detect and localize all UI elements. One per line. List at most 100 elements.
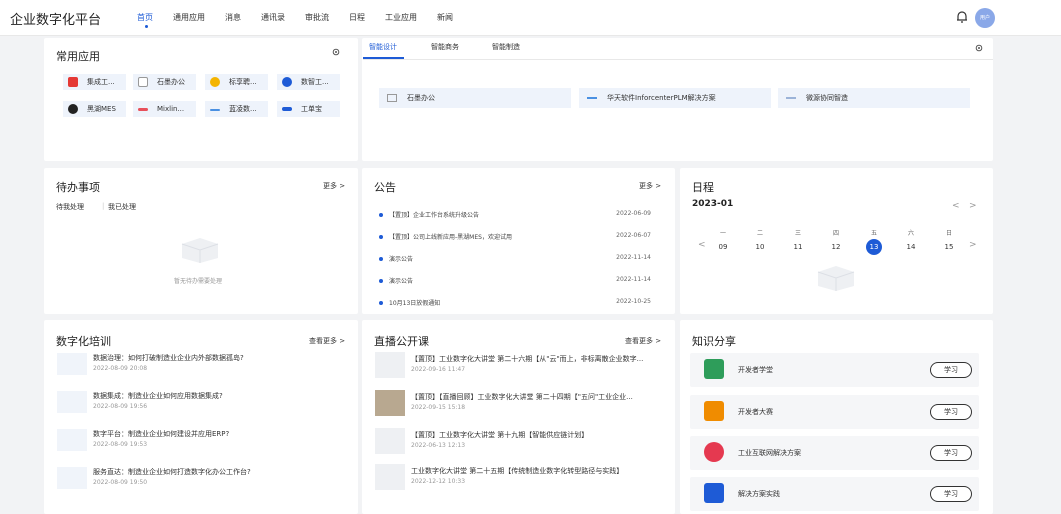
contest-icon [704, 401, 724, 421]
blacklake-app-icon [68, 104, 78, 114]
weekday-label: 一 [719, 230, 726, 237]
training-item[interactable]: 服务直达：制造业企业如何打造数字化办公工作台? 2022-08-09 19:50 [57, 465, 347, 493]
learn-button[interactable]: 学习 [930, 404, 972, 420]
calendar-day[interactable]: 11 [788, 239, 808, 255]
training-thumbnail [57, 467, 87, 489]
training-thumbnail [57, 353, 87, 375]
notice-more-link[interactable]: 更多 > [639, 181, 661, 191]
learn-button[interactable]: 学习 [930, 362, 972, 378]
app-item[interactable]: 石墨办公 [133, 74, 196, 90]
live-item[interactable]: 【置顶】工业数字化大讲堂 第二十六期【从"云"而上，非标离散企业数字... 202… [375, 352, 661, 380]
live-more-link[interactable]: 查看更多 > [625, 336, 661, 346]
todo-empty-text: 暂无待办需要处理 [174, 278, 223, 285]
weekday-label: 四 [832, 230, 839, 237]
knowledge-item[interactable]: 解决方案实践 学习 [690, 477, 979, 511]
knowledge-item[interactable]: 开发者学堂 学习 [690, 353, 979, 387]
calendar-day[interactable]: 12 [826, 239, 846, 255]
workorder-app-icon [282, 107, 292, 111]
app-title: 企业数字化平台 [10, 13, 102, 28]
notice-title: 公告 [374, 181, 396, 194]
weekday-label: 三 [794, 230, 801, 237]
todo-tab-done[interactable]: 我已处理 [108, 202, 136, 212]
nav-contacts[interactable]: 通讯录 [261, 12, 285, 23]
prev-month-icon[interactable]: < [952, 201, 960, 211]
live-thumbnail [375, 390, 405, 416]
learn-button[interactable]: 学习 [930, 445, 972, 461]
bullet [379, 279, 383, 283]
notice-row[interactable]: 10月13日放假通知 2022-10-25 [379, 298, 651, 308]
app-item[interactable]: 标享聘... [205, 74, 268, 90]
live-item[interactable]: 【置顶】【直播回顾】工业数字化大讲堂 第二十四期【"五问"工业企业... 2022… [375, 390, 661, 418]
solution-item[interactable]: 微源协同智造 [778, 88, 970, 108]
next-month-icon[interactable]: > [969, 201, 977, 211]
training-thumbnail [57, 391, 87, 413]
app-item[interactable]: 黑湖MES [63, 101, 126, 117]
top-bar: 企业数字化平台 首页 通用应用 消息 通讯录 审批流 日程 工业应用 新闻 用户 [0, 0, 1061, 36]
live-thumbnail [375, 428, 405, 454]
notice-row[interactable]: 演示公告 2022-11-14 [379, 276, 651, 286]
gear-icon[interactable] [332, 48, 340, 56]
hire-app-icon [210, 77, 220, 87]
gear-icon[interactable] [975, 44, 983, 52]
avatar[interactable]: 用户 [975, 8, 995, 28]
notice-row[interactable]: 【置顶】公司上线新应用-黑湖MES，欢迎试用 2022-06-07 [379, 232, 651, 242]
notice-row[interactable]: 【置顶】企业工作台系统升级公告 2022-06-09 [379, 210, 651, 220]
training-item[interactable]: 数字平台：制造业企业如何建设并应用ERP? 2022-08-09 19:53 [57, 427, 347, 455]
shimo-app-icon [138, 77, 148, 87]
notice-card: 公告 更多 > 【置顶】企业工作台系统升级公告 2022-06-09 【置顶】公司… [362, 168, 675, 314]
weekday-label: 日 [945, 230, 952, 237]
nav-messages[interactable]: 消息 [225, 12, 241, 23]
app-item[interactable]: 集成工... [63, 74, 126, 90]
calendar-day[interactable]: 15 [939, 239, 959, 255]
bullet [379, 213, 383, 217]
knowledge-item[interactable]: 工业互联网解决方案 学习 [690, 436, 979, 470]
tab-smart-manufacturing[interactable]: 智能制造 [492, 42, 520, 52]
app-item[interactable]: 数智工... [277, 74, 340, 90]
app-item[interactable]: 工单宝 [277, 101, 340, 117]
nav-active-indicator [145, 25, 148, 28]
app-item[interactable]: 蓝凌数... [205, 101, 268, 117]
weekday-label: 五 [870, 230, 877, 237]
todo-more-link[interactable]: 更多 > [323, 181, 345, 191]
calendar-day[interactable]: 10 [750, 239, 770, 255]
nav-industrial-apps[interactable]: 工业应用 [385, 12, 417, 23]
notice-row[interactable]: 演示公告 2022-11-14 [379, 254, 651, 264]
nav-home[interactable]: 首页 [137, 12, 153, 23]
app-item[interactable]: Mixlin... [133, 101, 196, 117]
nav-schedule[interactable]: 日程 [349, 12, 365, 23]
iiot-icon [704, 442, 724, 462]
knowledge-title: 知识分享 [692, 335, 736, 348]
solution-item[interactable]: 石墨办公 [379, 88, 571, 108]
todo-tab-pending[interactable]: 待我处理 [56, 202, 84, 212]
nav-approval[interactable]: 审批流 [305, 12, 329, 23]
prev-week-icon[interactable]: < [698, 240, 706, 250]
plm-icon [587, 97, 597, 99]
training-title: 数字化培训 [56, 335, 111, 348]
learn-button[interactable]: 学习 [930, 486, 972, 502]
knowledge-item[interactable]: 开发者大赛 学习 [690, 395, 979, 429]
calendar-day[interactable]: 09 [713, 239, 733, 255]
tab-smart-business[interactable]: 智能商务 [431, 42, 459, 52]
nav-news[interactable]: 新闻 [437, 12, 453, 23]
todo-tab-divider: | [102, 202, 105, 210]
bell-icon[interactable] [955, 10, 969, 24]
weekday-label: 六 [907, 230, 914, 237]
nav-general-apps[interactable]: 通用应用 [173, 12, 205, 23]
calendar-day-selected[interactable]: 13 [866, 239, 882, 255]
schedule-month: 2023-01 [692, 199, 734, 209]
calendar-day[interactable]: 14 [901, 239, 921, 255]
bullet [379, 257, 383, 261]
live-item[interactable]: 工业数字化大讲堂 第二十五期【传统制造业数字化转型路径与实践】 2022-12-1… [375, 464, 661, 492]
training-more-link[interactable]: 查看更多 > [309, 336, 345, 346]
todo-title: 待办事项 [56, 181, 100, 194]
training-item[interactable]: 数据集成：制造业企业如何应用数据集成? 2022-08-09 19:56 [57, 389, 347, 417]
common-apps-card: 常用应用 [44, 38, 358, 161]
next-week-icon[interactable]: > [969, 240, 977, 250]
todo-card: 待办事项 更多 > 待我处理 | 我已处理 暂无待办需要处理 [44, 168, 358, 314]
tab-smart-design[interactable]: 智能设计 [369, 42, 397, 52]
main-nav: 首页 通用应用 消息 通讯录 审批流 日程 工业应用 新闻 [137, 12, 473, 28]
training-item[interactable]: 数据治理：如何打破制造业企业内外部数据孤岛? 2022-08-09 20:08 [57, 351, 347, 379]
live-thumbnail [375, 352, 405, 378]
solution-item[interactable]: 华天软件InforcenterPLM解决方案 [579, 88, 771, 108]
live-item[interactable]: 【置顶】工业数字化大讲堂 第十九期【智能供应链计划】 2022-06-13 12:… [375, 428, 661, 456]
